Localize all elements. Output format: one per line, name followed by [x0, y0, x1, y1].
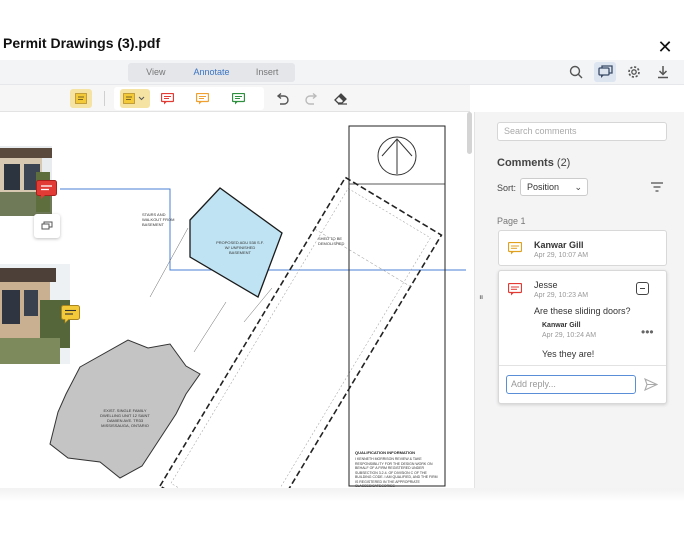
eraser-icon[interactable]	[330, 89, 352, 108]
annotation-toolbar	[0, 85, 470, 112]
filter-icon[interactable]	[650, 181, 664, 193]
sort-label: Sort:	[497, 183, 517, 193]
comment-thread-2[interactable]: Jesse Apr 29, 10:23 AM Are these sliding…	[498, 270, 667, 404]
title-block	[348, 125, 446, 487]
thread-divider	[499, 365, 666, 366]
add-reply-input[interactable]: Add reply...	[506, 375, 636, 394]
comment-date: Apr 29, 10:07 AM	[534, 252, 589, 259]
qualification-text: I KENNETH MORRISON REVIEW & TAKE RESPONS…	[355, 457, 438, 488]
note-tool[interactable]	[70, 89, 92, 108]
search-icon[interactable]	[565, 62, 587, 82]
comment-green-icon[interactable]	[227, 89, 249, 108]
tab-view[interactable]: View	[128, 63, 184, 82]
collapse-thread-button[interactable]	[636, 282, 649, 295]
note-marker-yellow[interactable]	[61, 305, 81, 325]
note-style-dropdown[interactable]	[120, 89, 150, 108]
page-group-label: Page 1	[497, 216, 526, 226]
comment-author: Kanwar Gill	[534, 240, 584, 250]
sort-value: Position	[527, 182, 560, 192]
reply-date: Apr 29, 10:24 AM	[542, 332, 597, 339]
comment-thread-badge[interactable]	[34, 214, 60, 238]
comments-panel-icon[interactable]	[594, 62, 616, 82]
reply-text: Yes they are!	[542, 349, 595, 359]
toolbar-divider	[104, 91, 105, 106]
chevron-down-icon: ⌄	[574, 182, 582, 192]
comments-title: Comments	[497, 157, 554, 169]
comments-heading: Comments (2)	[497, 157, 570, 169]
send-icon[interactable]	[644, 378, 658, 391]
note-icon	[508, 242, 522, 255]
comment-red-icon[interactable]	[156, 89, 178, 108]
comment-orange-icon[interactable]	[191, 89, 213, 108]
settings-icon[interactable]	[623, 62, 645, 82]
comment-text: Are these sliding doors?	[534, 306, 631, 316]
canvas-scrollbar[interactable]	[466, 112, 474, 488]
label-stairs: STAIRS AND WALKOUT FROM BASEMENT	[142, 212, 175, 227]
panel-splitter[interactable]: ⏸	[474, 112, 486, 488]
tab-insert[interactable]: Insert	[239, 63, 295, 82]
comment-marker-red[interactable]	[36, 180, 58, 200]
comment-date: Apr 29, 10:23 AM	[534, 292, 589, 299]
comment-author: Jesse	[534, 280, 558, 290]
comments-count: (2)	[556, 157, 571, 169]
label-adu: PROPOSED ADU 538 S.F. W/ UNFINISHED BASE…	[216, 240, 264, 255]
comment-tools-group	[114, 87, 264, 110]
title-bar: Permit Drawings (3).pdf ✕	[0, 0, 684, 60]
label-shed: SHED TO BE DEMOLISHED	[318, 236, 345, 246]
qualification-heading: QUALIFICATION INFORMATION	[355, 450, 416, 455]
house-rendering-2	[0, 264, 70, 364]
scrollbar-thumb[interactable]	[467, 112, 472, 154]
document-title: Permit Drawings (3).pdf	[3, 35, 161, 51]
app-window: Permit Drawings (3).pdf ✕ View Annotate …	[0, 0, 684, 560]
undo-icon[interactable]	[271, 89, 293, 108]
tab-annotate[interactable]: Annotate	[184, 63, 240, 82]
download-icon[interactable]	[652, 62, 674, 82]
top-bar: View Annotate Insert	[0, 60, 684, 85]
sort-dropdown[interactable]: Position ⌄	[520, 178, 588, 196]
top-icons	[565, 62, 674, 82]
reply-author: Kanwar Gill	[542, 322, 581, 329]
bottom-area	[0, 488, 684, 560]
more-options-icon[interactable]: •••	[641, 325, 654, 339]
mode-tabs: View Annotate Insert	[128, 63, 295, 82]
comment-thread-1[interactable]: Kanwar Gill Apr 29, 10:07 AM	[498, 230, 667, 266]
close-button[interactable]: ✕	[656, 38, 674, 56]
splitter-grip-icon[interactable]: ⏸	[479, 292, 484, 303]
redo-icon[interactable]	[301, 89, 323, 108]
comments-panel: Search comments Comments (2) Sort: Posit…	[486, 112, 684, 488]
document-canvas[interactable]: STAIRS AND WALKOUT FROM BASEMENT PROPOSE…	[0, 112, 470, 488]
label-existing: EXIST. SINGLE FAMILY DWELLING UNIT 12 SA…	[100, 408, 150, 428]
comment-icon	[508, 283, 522, 296]
search-comments-input[interactable]: Search comments	[497, 122, 667, 141]
site-plan-drawing	[0, 125, 470, 488]
